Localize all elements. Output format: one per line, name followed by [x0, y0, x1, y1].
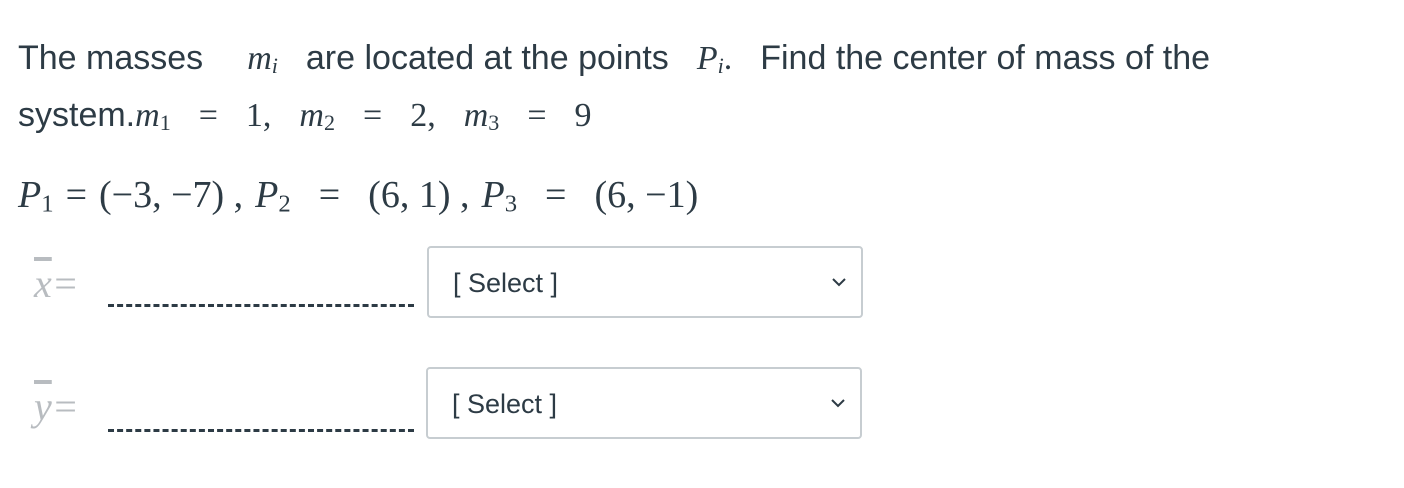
mass-1: m1 = 1,: [135, 97, 272, 135]
system-prefix: system.: [18, 96, 136, 134]
answer-row-x: x= [ Select ]: [0, 244, 1404, 324]
answer-row-y: y= [ Select ]: [0, 365, 1404, 445]
question-line-2: system.m1 = 1, m2 = 2, m3 = 9: [18, 93, 592, 138]
answer-blank-line: [108, 429, 414, 432]
y-bar-select[interactable]: [ Select ]: [426, 367, 862, 439]
mass-2: m2 = 2,: [299, 97, 436, 135]
point-symbol: Pi.: [696, 40, 733, 78]
select-placeholder: [ Select ]: [453, 268, 559, 298]
question-line-3: P1 = (−3, −7) , P2 = (6, 1) , P3 = (6, −1): [18, 172, 698, 218]
intro-after-text: Find the center of mass of the: [760, 39, 1211, 77]
point-2: P2 = (6, 1) ,: [255, 174, 470, 218]
x-bar-label: x=: [34, 261, 79, 306]
point-1: P1 = (−3, −7) ,: [18, 174, 244, 218]
answer-blank-line: [108, 304, 414, 307]
y-bar-label: y=: [34, 384, 79, 429]
select-placeholder: [ Select ]: [452, 389, 558, 419]
point-3: P3 = (6, −1): [481, 174, 699, 218]
question-line-1: The masses mi are located at the points Pi.…: [18, 36, 1210, 81]
chevron-down-icon: [831, 399, 845, 408]
intro-text: The masses: [18, 39, 204, 77]
intro-middle-text: are located at the points: [305, 39, 669, 77]
mass-3: m3 = 9: [463, 97, 592, 135]
mass-symbol: mi: [247, 40, 278, 78]
x-bar-select[interactable]: [ Select ]: [427, 246, 863, 318]
chevron-down-icon: [832, 278, 846, 287]
